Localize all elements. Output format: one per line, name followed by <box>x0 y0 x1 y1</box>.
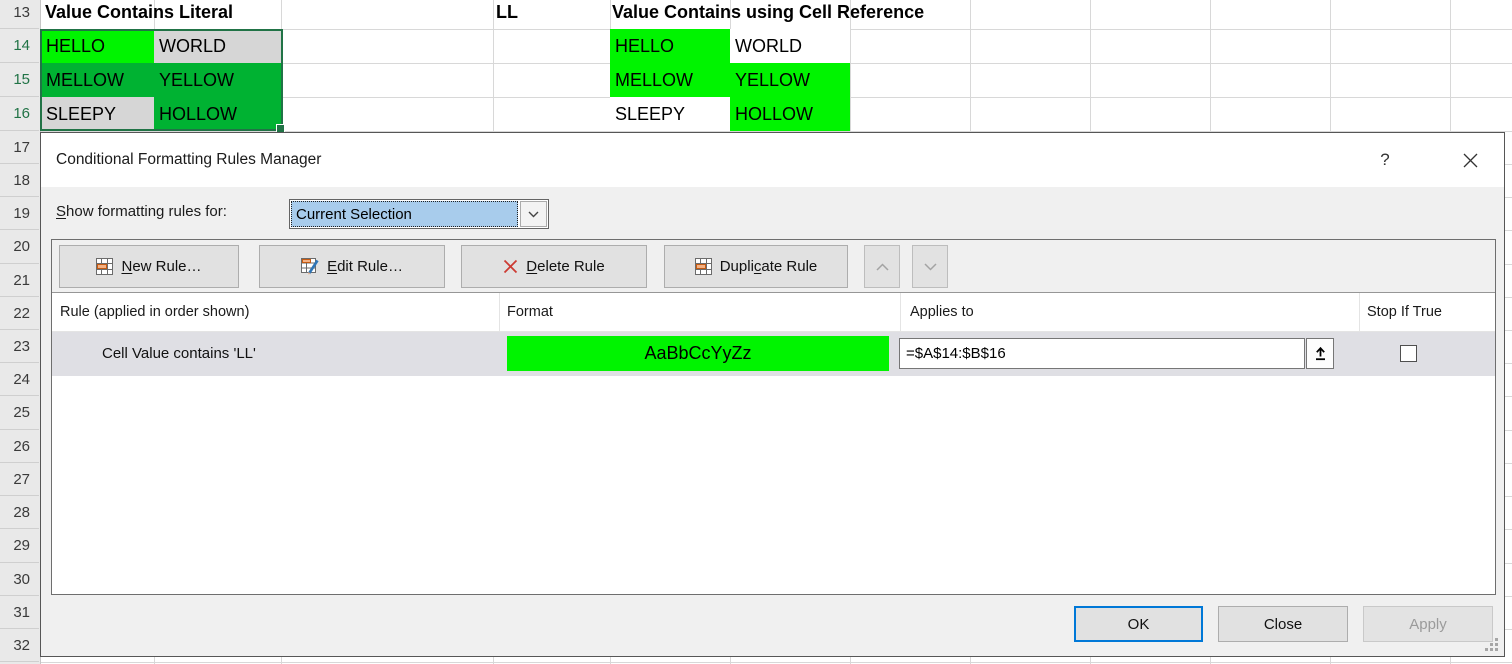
close-dialog-button[interactable]: Close <box>1218 606 1348 642</box>
range-picker-button[interactable] <box>1306 338 1334 369</box>
column-header-stop-if-true: Stop If True <box>1367 293 1442 331</box>
label-key: S <box>56 203 66 220</box>
rule-row[interactable]: Cell Value contains 'LL' AaBbCcYyZz <box>52 332 1495 376</box>
row-header-cell[interactable]: 31 <box>0 596 39 629</box>
row-header-cell[interactable]: 26 <box>0 430 39 463</box>
row-header-cell[interactable]: 19 <box>0 197 39 230</box>
delete-rule-button[interactable]: Delete Rule <box>461 245 647 288</box>
row-header-cell[interactable]: 20 <box>0 230 39 264</box>
edit-rule-label: Edit Rule… <box>327 258 403 275</box>
new-rule-table-icon <box>96 258 113 275</box>
spreadsheet-cell[interactable]: WORLD <box>154 29 281 63</box>
delete-rule-label: Delete Rule <box>526 258 604 275</box>
column-header-applies-to: Applies to <box>910 293 974 331</box>
row-header-cell[interactable]: 30 <box>0 563 39 596</box>
close-icon <box>1463 153 1478 168</box>
help-button[interactable]: ? <box>1371 146 1399 174</box>
spreadsheet-cell[interactable]: YELLOW <box>730 63 850 97</box>
dropdown-arrow-button[interactable] <box>520 201 547 227</box>
spreadsheet-cell[interactable]: WORLD <box>730 29 850 63</box>
header-separator <box>499 293 500 331</box>
spreadsheet-cell[interactable]: HOLLOW <box>154 97 281 131</box>
row-header-cell[interactable]: 22 <box>0 297 39 330</box>
dialog-titlebar: Conditional Formatting Rules Manager ? <box>41 133 1504 187</box>
column-header-format: Format <box>507 293 553 331</box>
show-rules-label: Show formatting rules for: <box>56 197 227 227</box>
spreadsheet-cell[interactable]: SLEEPY <box>610 97 730 131</box>
duplicate-rule-button[interactable]: Duplicate Rule <box>664 245 848 288</box>
row-header-cell[interactable]: 24 <box>0 363 39 396</box>
sheet-header-text: LL <box>496 0 518 27</box>
format-preview: AaBbCcYyZz <box>507 336 889 371</box>
chevron-down-icon <box>924 263 937 271</box>
collapse-dialog-icon <box>1314 346 1327 361</box>
resize-grip[interactable] <box>1485 638 1499 652</box>
edit-rule-pencil-icon <box>301 258 319 275</box>
header-separator <box>1359 293 1360 331</box>
spreadsheet-cell[interactable]: HOLLOW <box>730 97 850 131</box>
close-button[interactable] <box>1453 145 1487 175</box>
row-header-cell[interactable]: 17 <box>0 131 39 164</box>
chevron-down-icon <box>528 211 539 218</box>
gridline <box>40 662 1512 663</box>
row-header-cell[interactable]: 27 <box>0 463 39 496</box>
dropdown-selected-value: Current Selection <box>291 201 518 227</box>
chevron-up-icon <box>876 263 889 271</box>
rules-groupbox: New Rule… Edit Rule… Delete Rule <box>51 239 1496 595</box>
new-rule-label: New Rule… <box>121 258 201 275</box>
header-separator <box>900 293 901 331</box>
resize-grip-dots <box>1485 638 1499 652</box>
label-post: how formatting rules for: <box>66 203 227 220</box>
spreadsheet-cell[interactable]: HELLO <box>41 29 154 63</box>
new-rule-button[interactable]: New Rule… <box>59 245 239 288</box>
row-header-cell[interactable]: 14 <box>0 29 39 63</box>
rule-description: Cell Value contains 'LL' <box>102 332 256 376</box>
row-header-cell[interactable]: 28 <box>0 496 39 529</box>
row-header-cell[interactable]: 25 <box>0 396 39 430</box>
move-rule-down-button[interactable] <box>912 245 948 288</box>
spreadsheet-cell[interactable]: SLEEPY <box>41 97 154 131</box>
stop-if-true-checkbox[interactable] <box>1400 345 1417 362</box>
dialog-title: Conditional Formatting Rules Manager <box>56 133 321 187</box>
rules-list-header: Rule (applied in order shown) Format App… <box>52 293 1495 332</box>
row-header-cell[interactable]: 13 <box>0 0 39 29</box>
spreadsheet-cell[interactable]: MELLOW <box>610 63 730 97</box>
conditional-formatting-rules-manager-dialog: Conditional Formatting Rules Manager ? S… <box>40 132 1505 657</box>
rules-toolbar: New Rule… Edit Rule… Delete Rule <box>52 240 1495 293</box>
ok-button[interactable]: OK <box>1074 606 1203 642</box>
row-header-cell[interactable]: 15 <box>0 63 39 97</box>
sheet-header-text: Value Contains Literal <box>45 0 233 27</box>
duplicate-rule-table-icon <box>695 258 712 275</box>
edit-rule-button[interactable]: Edit Rule… <box>259 245 445 288</box>
spreadsheet-cell[interactable]: HELLO <box>610 29 730 63</box>
row-header-cell[interactable]: 29 <box>0 529 39 563</box>
delete-x-icon <box>503 259 518 274</box>
spreadsheet-cell[interactable]: YELLOW <box>154 63 281 97</box>
row-header-cell[interactable]: 23 <box>0 330 39 363</box>
row-header-cell[interactable]: 32 <box>0 629 39 662</box>
spreadsheet-cell[interactable]: MELLOW <box>41 63 154 97</box>
row-header-column: 1314151617181920212223242526272829303132 <box>0 0 41 664</box>
move-rule-up-button[interactable] <box>864 245 900 288</box>
row-header-cell[interactable]: 21 <box>0 264 39 297</box>
sheet-header-text: Value Contains using Cell Reference <box>612 0 924 27</box>
duplicate-rule-label: Duplicate Rule <box>720 258 818 275</box>
show-rules-dropdown[interactable]: Current Selection <box>289 199 549 229</box>
row-header-cell[interactable]: 16 <box>0 97 39 131</box>
column-header-rule: Rule (applied in order shown) <box>60 293 249 331</box>
applies-to-input[interactable] <box>899 338 1305 369</box>
apply-button[interactable]: Apply <box>1363 606 1493 642</box>
row-header-cell[interactable]: 18 <box>0 164 39 197</box>
